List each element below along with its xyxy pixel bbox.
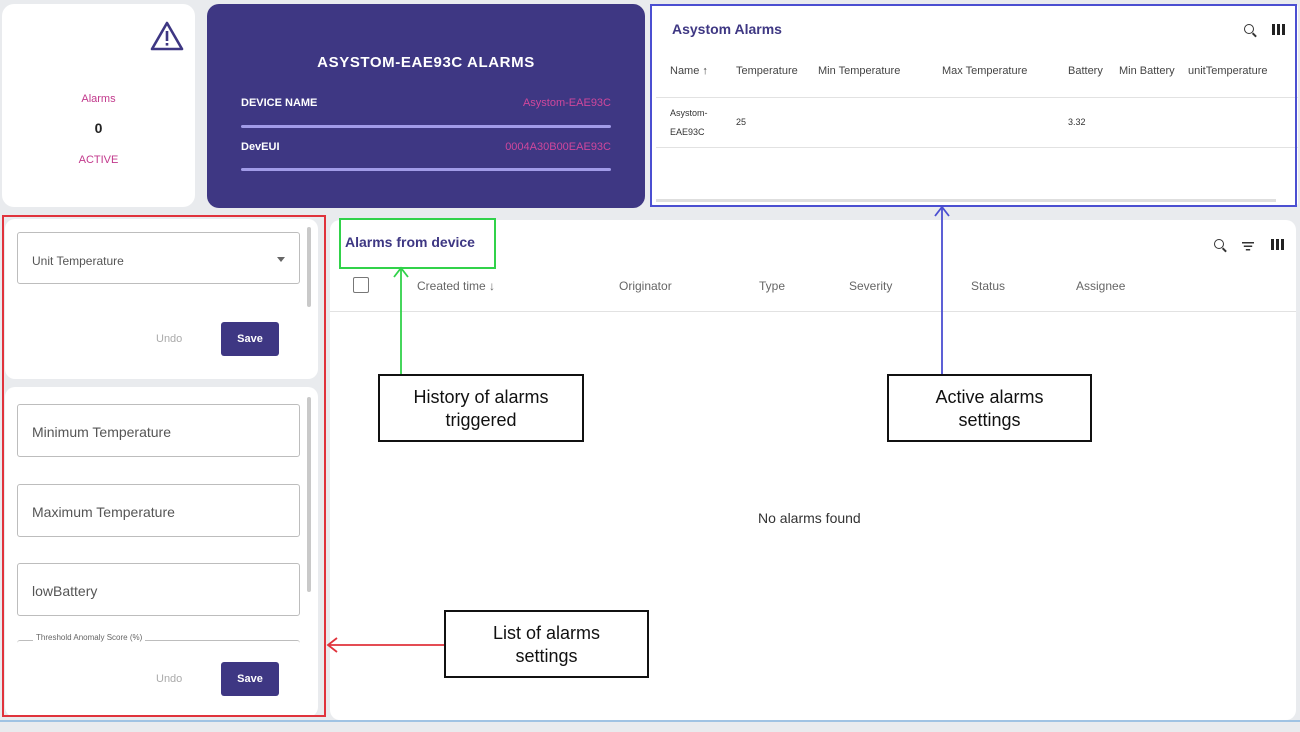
active-alarms-callout: Active alarms settings (887, 374, 1092, 442)
annotation-arrows (326, 205, 950, 653)
history-callout-line2: triggered (445, 410, 517, 430)
active-callout-line2: settings (958, 410, 1021, 430)
settings-list-callout: List of alarms settings (444, 610, 649, 678)
history-callout-line1: History of alarms (413, 387, 549, 407)
active-callout-line1: Active alarms (935, 387, 1044, 407)
list-callout-line2: settings (515, 646, 578, 666)
list-callout-line1: List of alarms (492, 623, 601, 643)
history-callout: History of alarms triggered (378, 374, 584, 442)
